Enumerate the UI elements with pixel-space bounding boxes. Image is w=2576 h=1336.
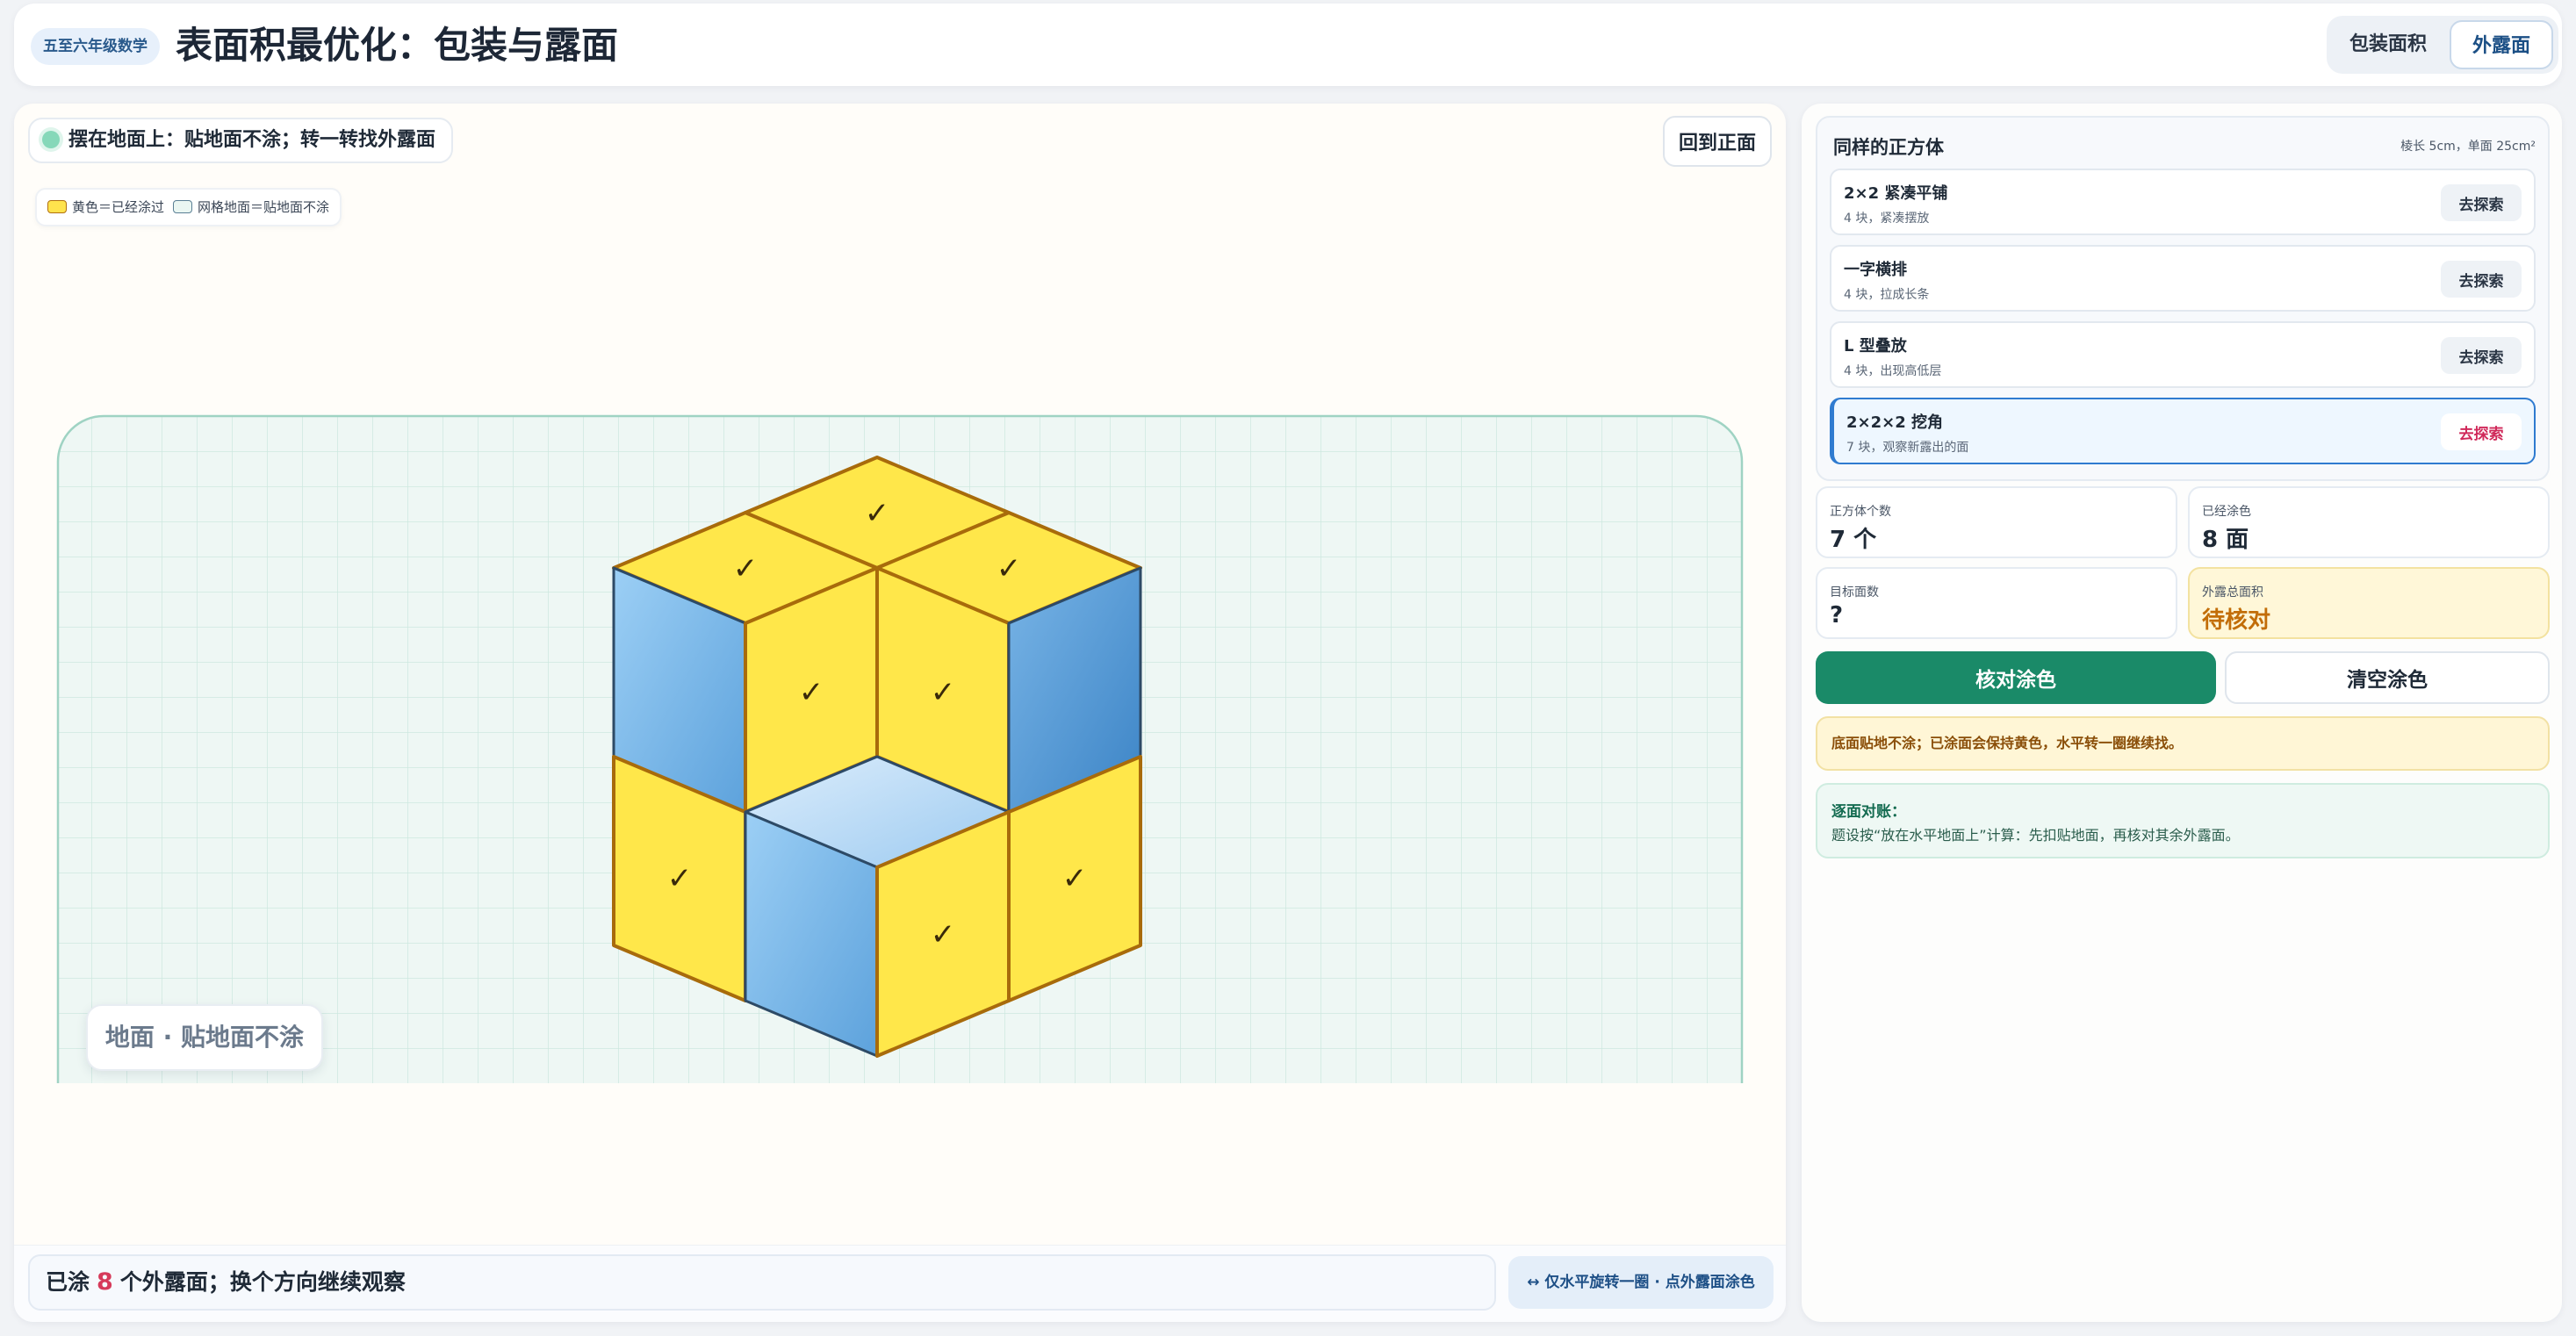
check-icon: ✓	[667, 861, 693, 896]
explore-button[interactable]: 去探索	[2441, 413, 2522, 450]
stat-label: 已经涂色	[2202, 505, 2251, 519]
rotate-hint[interactable]: ↔ 仅水平旋转一圈 · 点外露面涂色	[1508, 1256, 1774, 1309]
check-icon: ✓	[865, 496, 890, 531]
mode-switch: 包装面积 外露面	[2327, 16, 2558, 74]
explore-button[interactable]: 去探索	[2441, 184, 2522, 221]
stat-value: 8 面	[2202, 527, 2249, 553]
painted-swatch-icon	[47, 200, 67, 213]
check-icon: ✓	[931, 675, 956, 710]
shape-name: 2×2×2 挖角	[1846, 413, 1944, 432]
check-painting-button[interactable]: 核对涂色	[1816, 651, 2216, 704]
shape-name: L 型叠放	[1844, 337, 1907, 356]
stat-value: ?	[1830, 602, 1844, 628]
shape-item-l-stack[interactable]: L 型叠放 4 块，出现高低层 去探索	[1830, 321, 2536, 388]
hint-text: 摆在地面上：贴地面不涂；转一转找外露面	[68, 129, 436, 151]
sidebar: 同样的正方体 棱长 5cm，单面 25cm² 2×2 紧凑平铺 4 块，紧凑摆放…	[1802, 104, 2562, 1322]
check-icon: ✓	[799, 675, 824, 710]
shape-name: 2×2 紧凑平铺	[1844, 184, 1948, 203]
check-icon: ✓	[931, 917, 956, 952]
mode-wrap-area-button[interactable]: 包装面积	[2332, 20, 2444, 69]
stat-value: 7 个	[1830, 527, 1877, 553]
reset-view-button[interactable]: 回到正面	[1663, 116, 1772, 167]
shape-name: 一字横排	[1844, 261, 1907, 279]
painted-count: 8	[97, 1268, 113, 1296]
shape-desc: 4 块，紧凑摆放	[1844, 212, 1930, 226]
shape-item-cut-corner[interactable]: 2×2×2 挖角 7 块，观察新露出的面 去探索	[1830, 398, 2536, 464]
stat-exposed-area: 外露总面积 待核对	[2188, 567, 2550, 639]
hint-pill: 摆在地面上：贴地面不涂；转一转找外露面	[28, 118, 454, 163]
stat-label: 外露总面积	[2202, 585, 2263, 600]
bottom-bar: 已涂 8 个外露面；换个方向继续观察 ↔ 仅水平旋转一圈 · 点外露面涂色	[14, 1245, 1786, 1322]
stat-cube-count: 正方体个数 7 个	[1816, 486, 2177, 558]
stat-painted: 已经涂色 8 面	[2188, 486, 2550, 558]
check-icon: ✓	[1062, 861, 1088, 896]
shape-list: 同样的正方体 棱长 5cm，单面 25cm² 2×2 紧凑平铺 4 块，紧凑摆放…	[1816, 116, 2550, 481]
notice-banner: 底面贴地不涂；已涂面会保持黄色，水平转一圈继续找。	[1816, 716, 2550, 771]
stage-panel: 摆在地面上：贴地面不涂；转一转找外露面 回到正面 黄色＝已经涂过 网格地面＝贴地面…	[14, 104, 1786, 1322]
ledger-body: 题设按“放在水平地面上”计算：先扣贴地面，再核对其余外露面。	[1831, 827, 2240, 844]
explore-button[interactable]: 去探索	[2441, 337, 2522, 374]
legend-ground: 网格地面＝贴地面不涂	[198, 199, 330, 215]
explore-button[interactable]: 去探索	[2441, 261, 2522, 298]
shape-desc: 7 块，观察新露出的面	[1846, 441, 1969, 455]
face-ledger: 逐面对账： 题设按“放在水平地面上”计算：先扣贴地面，再核对其余外露面。	[1816, 783, 2550, 858]
status-dot-icon	[42, 131, 60, 148]
shape-item-row[interactable]: 一字横排 4 块，拉成长条 去探索	[1830, 245, 2536, 312]
shape-list-meta: 棱长 5cm，单面 25cm²	[2400, 140, 2536, 154]
cube-scene: ✓ ✓ ✓ ✓ ✓ ✓ ✓ ✓	[56, 414, 1744, 1083]
shape-desc: 4 块，出现高低层	[1844, 364, 1942, 378]
clear-painting-button[interactable]: 清空涂色	[2225, 651, 2550, 704]
stat-label: 目标面数	[1830, 585, 1879, 600]
shape-item-compact[interactable]: 2×2 紧凑平铺 4 块，紧凑摆放 去探索	[1830, 169, 2536, 235]
check-icon: ✓	[997, 551, 1022, 586]
stat-value: 待核对	[2202, 607, 2271, 634]
grid-swatch-icon	[173, 200, 193, 213]
shape-list-title: 同样的正方体	[1833, 137, 1944, 158]
stat-target-faces: 目标面数 ?	[1816, 567, 2177, 639]
status-suffix: 个外露面；换个方向继续观察	[119, 1269, 406, 1295]
grade-badge: 五至六年级数学	[31, 28, 160, 65]
mode-exposed-faces-button[interactable]: 外露面	[2450, 20, 2553, 69]
status-message: 已涂 8 个外露面；换个方向继续观察	[28, 1254, 1496, 1311]
page-title: 表面积最优化：包装与露面	[176, 24, 619, 67]
legend: 黄色＝已经涂过 网格地面＝贴地面不涂	[35, 188, 342, 226]
status-prefix: 已涂	[46, 1269, 90, 1295]
shape-desc: 4 块，拉成长条	[1844, 288, 1930, 302]
check-icon: ✓	[733, 551, 759, 586]
legend-painted: 黄色＝已经涂过	[72, 199, 165, 215]
ground-label: 地面 · 贴地面不涂	[86, 1004, 323, 1071]
ledger-title: 逐面对账：	[1831, 803, 1906, 821]
stat-label: 正方体个数	[1830, 505, 1891, 519]
app-header: 五至六年级数学 表面积最优化：包装与露面 包装面积 外露面	[14, 4, 2562, 86]
